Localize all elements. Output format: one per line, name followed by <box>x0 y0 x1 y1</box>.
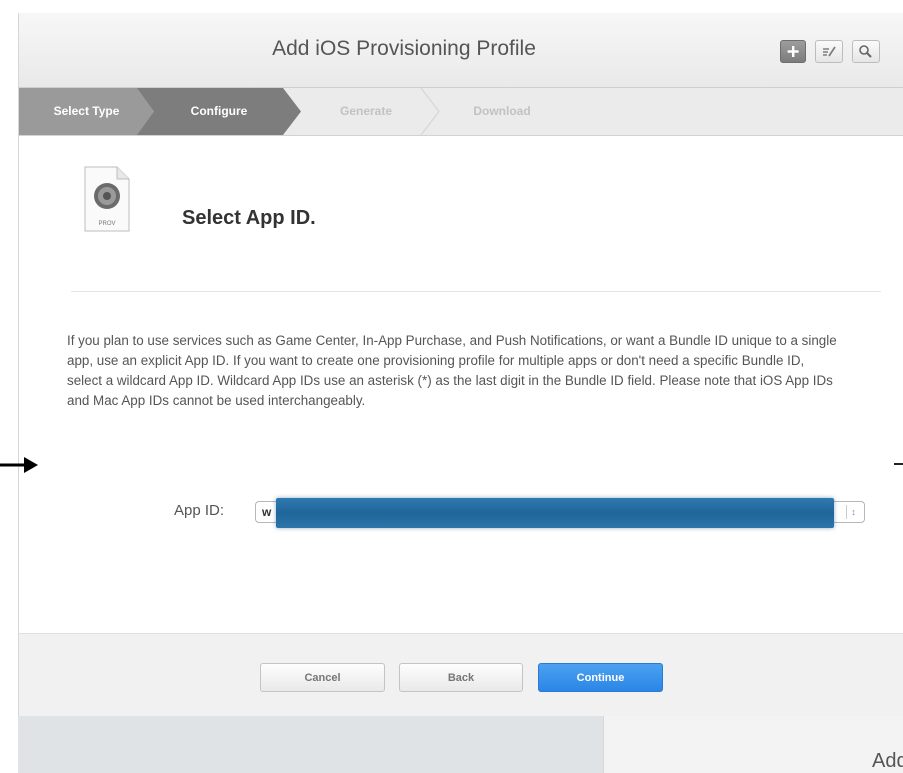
title-bar: Add iOS Provisioning Profile <box>19 13 903 88</box>
annotation-dash <box>894 463 903 465</box>
step-generate: Generate <box>339 104 393 118</box>
search-button[interactable] <box>852 40 880 63</box>
step-configure: Configure <box>137 88 301 135</box>
window-title: Add iOS Provisioning Profile <box>272 37 536 60</box>
edit-icon <box>823 46 836 57</box>
background-window-panel <box>603 716 903 773</box>
divider <box>71 291 881 292</box>
continue-button[interactable]: Continue <box>538 663 663 692</box>
step-select-type: Select Type <box>19 88 154 135</box>
section-title: Select App ID. <box>182 207 316 229</box>
step-breadcrumb: Select Type Configure Generate Download <box>19 88 903 136</box>
select-arrows-icon: ↕ <box>846 505 860 519</box>
app-id-select[interactable]: w ↕ <box>255 498 865 528</box>
description-text: If you plan to use services such as Game… <box>67 333 837 408</box>
edit-button[interactable] <box>815 40 843 63</box>
add-button[interactable] <box>780 40 806 63</box>
plus-icon <box>787 46 799 57</box>
back-button[interactable]: Back <box>399 663 523 692</box>
app-id-label: App ID: <box>174 502 225 519</box>
annotation-arrow-icon <box>0 457 38 473</box>
prov-label: PROV <box>98 221 115 227</box>
provisioning-dialog: Add iOS Provisioning Profile Select Type <box>18 13 903 717</box>
provisioning-profile-icon: PROV <box>84 166 130 232</box>
footer-bar: Cancel Back Continue <box>19 633 903 717</box>
redaction-overlay <box>276 498 834 528</box>
background-window-title: Add <box>872 750 903 772</box>
app-id-value: w <box>262 505 272 519</box>
step-download: Download <box>473 104 531 118</box>
search-icon <box>859 45 872 58</box>
cancel-button[interactable]: Cancel <box>260 663 385 692</box>
